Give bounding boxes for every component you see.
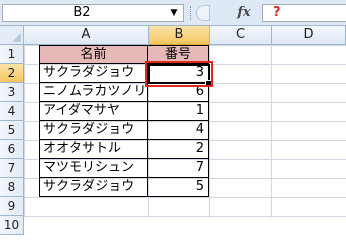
cell-a2[interactable]: サクラダジョウ bbox=[39, 64, 148, 83]
cell-a4[interactable]: アイダマサヤ bbox=[39, 102, 148, 121]
column-header-a[interactable]: A bbox=[24, 26, 149, 45]
row-header-1[interactable]: 1 bbox=[0, 45, 24, 64]
cell-a7[interactable]: マツモリシュン bbox=[39, 159, 148, 178]
cell-b2[interactable]: 3 bbox=[148, 64, 209, 83]
data-table: 名前 番号 サクラダジョウ 3 ニノムラカツノリ 6 アイダマサヤ 1 サクラダ… bbox=[39, 45, 209, 197]
row-header-8[interactable]: 8 bbox=[0, 178, 24, 197]
name-box-value: B2 bbox=[73, 5, 91, 20]
row-header-10[interactable]: 10 bbox=[0, 216, 24, 235]
cell-b4[interactable]: 1 bbox=[148, 102, 209, 121]
cell-b7[interactable]: 7 bbox=[148, 159, 209, 178]
cell-a8[interactable]: サクラダジョウ bbox=[39, 178, 148, 197]
cell-a6[interactable]: オオタサトル bbox=[39, 140, 148, 159]
formula-value: ? bbox=[273, 5, 281, 20]
select-all-icon bbox=[12, 33, 21, 42]
gridline bbox=[271, 45, 272, 218]
fill-handle[interactable] bbox=[205, 80, 212, 87]
gridline bbox=[209, 45, 210, 218]
select-all-button[interactable] bbox=[0, 26, 24, 45]
row-header-5[interactable]: 5 bbox=[0, 121, 24, 140]
cell-b6[interactable]: 2 bbox=[148, 140, 209, 159]
cell-b1-header-number[interactable]: 番号 bbox=[148, 45, 209, 64]
insert-function-icon[interactable]: fx bbox=[232, 3, 256, 23]
column-header-c[interactable]: C bbox=[210, 26, 272, 45]
cell-a1-header-name[interactable]: 名前 bbox=[39, 45, 148, 64]
cell-a5[interactable]: サクラダジョウ bbox=[39, 121, 148, 140]
column-header-b[interactable]: B bbox=[149, 26, 210, 45]
chevron-down-icon[interactable]: ▼ bbox=[167, 6, 181, 20]
formula-input[interactable]: ? bbox=[262, 4, 346, 22]
column-header-d[interactable]: D bbox=[272, 26, 346, 45]
formula-bar-handle[interactable] bbox=[196, 5, 210, 21]
row-header-3[interactable]: 3 bbox=[0, 83, 24, 102]
name-box[interactable]: B2 ▼ bbox=[2, 4, 184, 22]
row-header-4[interactable]: 4 bbox=[0, 102, 24, 121]
row-header-9[interactable]: 9 bbox=[0, 197, 24, 216]
cell-a3[interactable]: ニノムラカツノリ bbox=[39, 83, 148, 102]
cell-b3[interactable]: 6 bbox=[148, 83, 209, 102]
cell-b5[interactable]: 4 bbox=[148, 121, 209, 140]
formula-bar: B2 ▼ fx ? bbox=[0, 0, 346, 26]
row-header-2[interactable]: 2 bbox=[0, 64, 24, 83]
formula-bar-divider bbox=[190, 6, 193, 20]
row-header-7[interactable]: 7 bbox=[0, 159, 24, 178]
cell-b8[interactable]: 5 bbox=[148, 178, 209, 197]
row-header-6[interactable]: 6 bbox=[0, 140, 24, 159]
